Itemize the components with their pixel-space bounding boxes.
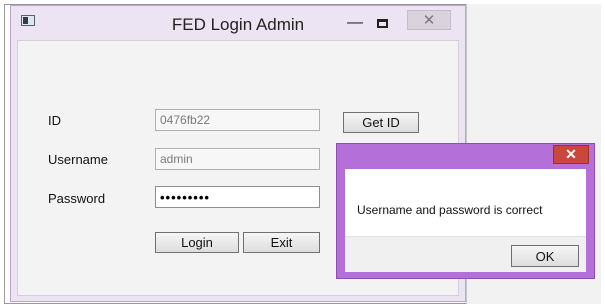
password-field[interactable]	[155, 186, 320, 208]
message-text: Username and password is correct	[357, 203, 543, 217]
username-label: Username	[48, 152, 108, 167]
login-button[interactable]: Login	[155, 232, 239, 253]
minimize-icon: —	[347, 14, 363, 31]
id-label: ID	[48, 113, 61, 128]
message-footer: OK	[345, 236, 586, 272]
ok-button[interactable]: OK	[511, 245, 579, 267]
message-box: ✕ Username and password is correct OK	[336, 143, 595, 279]
maximize-button[interactable]	[372, 12, 392, 34]
password-label: Password	[48, 191, 106, 206]
close-icon: ✕	[422, 12, 436, 29]
exit-button[interactable]: Exit	[243, 232, 320, 253]
close-button[interactable]: ✕	[407, 10, 451, 30]
get-id-button[interactable]: Get ID	[343, 112, 419, 133]
message-body: Username and password is correct OK	[345, 169, 586, 272]
title-bar: FED Login Admin — ✕	[11, 6, 465, 40]
maximize-icon	[376, 18, 388, 28]
id-field[interactable]	[155, 109, 320, 131]
window-title: FED Login Admin	[171, 15, 305, 34]
minimize-button[interactable]: —	[345, 12, 365, 34]
message-close-button[interactable]: ✕	[553, 145, 589, 164]
username-field[interactable]	[155, 148, 320, 170]
close-icon: ✕	[565, 146, 577, 162]
